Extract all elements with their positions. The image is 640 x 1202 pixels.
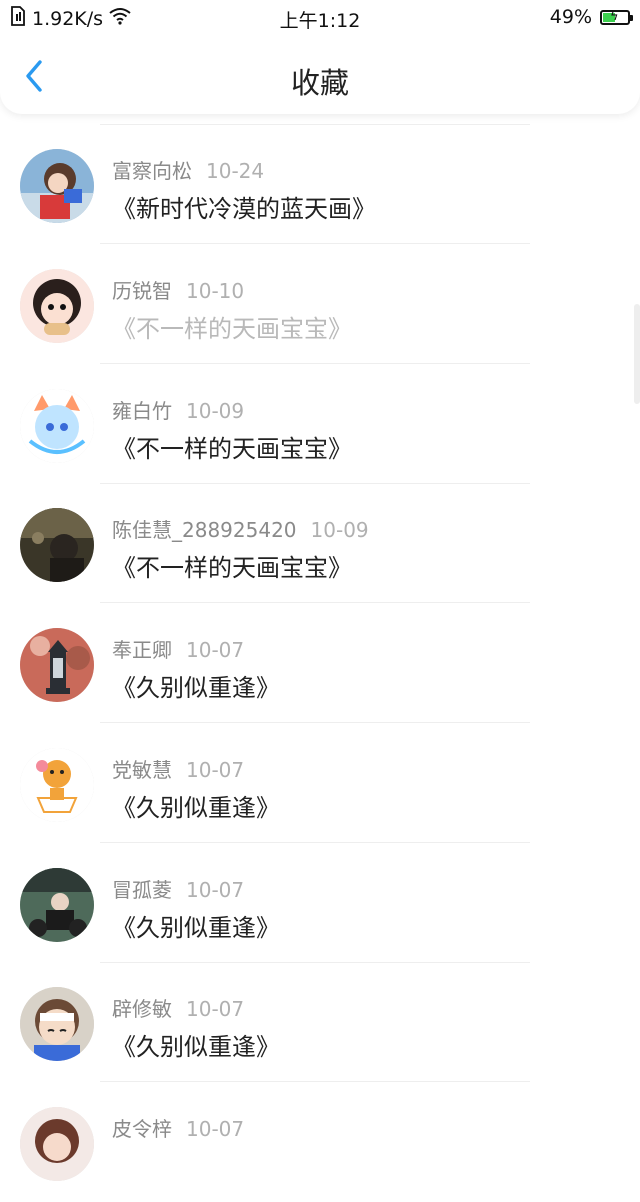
lantern-avatar[interactable] [20,628,94,702]
item-meta: 历锐智 10-10 [112,275,244,304]
item-meta: 富察向松 10-24 [112,155,264,184]
item-meta: 雍白竹 10-09 [112,395,244,424]
user-name[interactable]: 陈佳慧_288925420 [112,518,297,542]
item-meta: 陈佳慧_288925420 10-09 [112,514,369,543]
item-date: 10-24 [206,159,265,183]
list-item[interactable]: 皮令梓 10-07 [0,1083,640,1202]
list-item[interactable]: 奉正卿 10-07 《久别似重逢》 [0,604,640,723]
item-meta: 奉正卿 10-07 [112,634,244,663]
list-item[interactable]: 富察向松 10-24 《新时代冷漠的蓝天画》 [0,125,640,244]
user-name[interactable]: 富察向松 [112,159,192,183]
user-name[interactable]: 皮令梓 [112,1117,172,1141]
list-item[interactable]: 党敏慧 10-07 《久别似重逢》 [0,724,640,843]
item-date: 10-07 [186,757,245,782]
user-name[interactable]: 冒孤菱 [112,878,172,902]
list-item[interactable]: 辟修敏 10-07 《久别似重逢》 [0,963,640,1083]
item-date: 10-09 [186,398,245,423]
page-title: 收藏 [290,66,349,100]
anime-boy-avatar[interactable] [20,987,94,1062]
item-date: 10-09 [310,518,369,543]
list-item[interactable]: 雍白竹 10-09 《不一样的天画宝宝》 [0,365,640,484]
child-photo-avatar[interactable] [20,508,94,583]
battery-percent: 49% [549,6,592,28]
tiger-cartoon-avatar[interactable] [20,747,94,822]
nav-header: 收藏 [0,34,640,114]
woman-portrait-avatar[interactable] [20,1107,94,1181]
book-title[interactable]: 《久别似重逢》 [112,788,280,823]
user-name[interactable]: 奉正卿 [112,638,172,662]
battery-charging-icon: ϟ [600,9,633,25]
user-name[interactable]: 历锐智 [112,279,172,303]
girl-eating-noodles-avatar[interactable] [20,268,94,343]
item-meta: 党敏慧 10-07 [112,754,244,783]
motorcycle-photo-avatar[interactable] [20,867,94,942]
list-item[interactable]: 陈佳慧_288925420 10-09 《不一样的天画宝宝》 [0,484,640,604]
book-title[interactable]: 《久别似重逢》 [112,668,280,703]
item-date: 10-10 [186,278,245,303]
user-name[interactable]: 辟修敏 [112,997,172,1021]
user-name[interactable]: 雍白竹 [112,399,172,423]
status-right: 49% ϟ [549,6,633,28]
girl-with-red-scarf-avatar[interactable] [20,149,94,223]
item-date: 10-07 [186,638,245,662]
book-title[interactable]: 《久别似重逢》 [112,1027,280,1062]
book-title[interactable]: 《不一样的天画宝宝》 [112,309,352,344]
item-date: 10-07 [186,1117,245,1141]
list-item[interactable]: 历锐智 10-10 《不一样的天画宝宝》 [0,245,640,364]
book-title[interactable]: 《不一样的天画宝宝》 [112,429,352,464]
scrollbar[interactable] [634,304,640,404]
book-title[interactable]: 《久别似重逢》 [112,908,280,943]
user-name[interactable]: 党敏慧 [112,758,172,782]
item-meta: 冒孤菱 10-07 [112,874,244,903]
status-bar: 1.92K/s 上午1:12 49% ϟ [0,0,640,34]
item-date: 10-07 [186,877,245,902]
list-item[interactable]: 冒孤菱 10-07 《久别似重逢》 [0,844,640,963]
cat-eared-girl-avatar[interactable] [20,388,94,463]
item-date: 10-07 [186,997,245,1022]
status-time: 上午1:12 [279,10,361,32]
book-title[interactable]: 《不一样的天画宝宝》 [112,548,352,583]
book-title[interactable]: 《新时代冷漠的蓝天画》 [112,189,376,224]
item-meta: 辟修敏 10-07 [112,993,244,1022]
